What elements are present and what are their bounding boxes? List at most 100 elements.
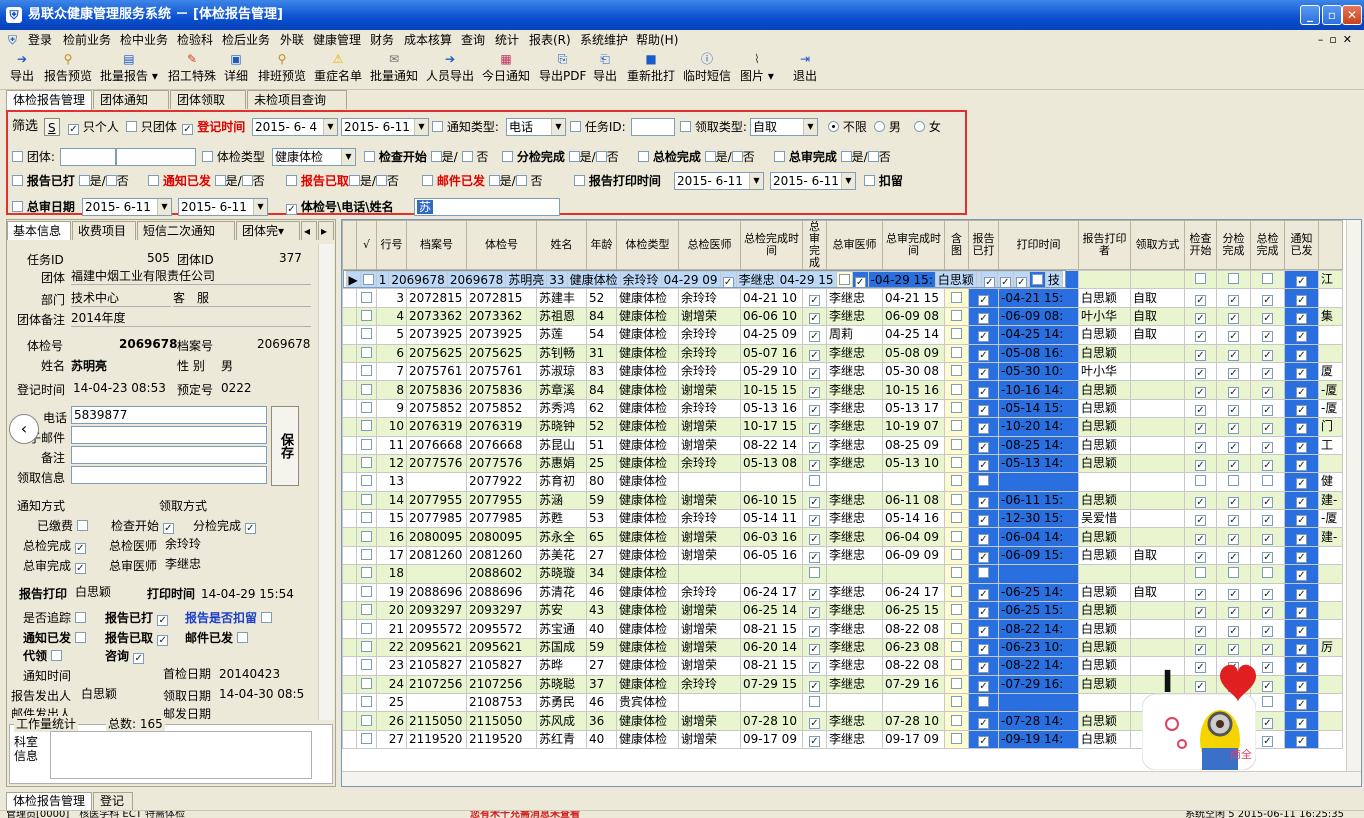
table-cell[interactable] [1318, 656, 1343, 676]
toolbar-schedule-preview-button[interactable]: ⚲ 排班预览 [258, 52, 306, 88]
row-select-checkbox[interactable] [356, 656, 377, 676]
maximize-button[interactable]: ▫ [1322, 5, 1342, 25]
checkbox-cell[interactable] [944, 490, 969, 511]
table-row[interactable]: 9 2075852 2075852 苏秀鸿 62 健康体检 余玲玲 05-13 16 ✓ 李继忠 0… [342, 398, 1343, 419]
table-cell[interactable]: 2075625 [466, 343, 537, 363]
checkbox-cell[interactable]: ✓ [1216, 361, 1251, 382]
table-row[interactable]: 22 2095621 2095621 苏国成 59 健康体检 谢增荣 06-20 14 ✓ 李继忠… [342, 637, 1343, 658]
table-cell[interactable]: 门 [1318, 417, 1343, 437]
table-cell[interactable] [678, 692, 741, 713]
checkbox-cell[interactable]: ✓ [802, 674, 827, 694]
filter-button[interactable]: S [44, 118, 60, 136]
table-row[interactable]: 3 2072815 2072815 苏建丰 52 健康体检 余玲玲 04-21 10 ✓ 李继忠 0… [342, 288, 1343, 308]
table-cell[interactable]: 52 [586, 417, 617, 437]
table-row[interactable]: 21 2095572 2095572 苏宝通 40 健康体检 谢增荣 08-21 15 ✓ 李继忠… [342, 619, 1343, 639]
table-cell[interactable]: 2119520 [406, 729, 467, 750]
sub-done-filter[interactable]: 分检完成 是/否 [502, 148, 619, 166]
table-cell[interactable]: 04-29 15 [776, 271, 837, 287]
checkbox-cell[interactable]: ✓ [1184, 306, 1217, 327]
checkbox-cell[interactable] [944, 453, 969, 474]
checkbox-cell[interactable]: ✓ [1184, 582, 1217, 603]
task-id-input[interactable] [631, 118, 675, 136]
table-cell[interactable]: 2076319 [406, 417, 467, 437]
table-cell[interactable]: 苏红青 [536, 729, 587, 750]
checkbox-cell[interactable]: ✓ [802, 288, 827, 308]
table-cell[interactable]: 2115050 [466, 711, 537, 731]
checkbox-cell[interactable]: ✓ [968, 398, 999, 419]
reg-date-from[interactable]: 2015- 6- 4 ▼ [252, 118, 338, 136]
checkbox-cell[interactable] [1184, 269, 1217, 290]
dept-info-textarea[interactable] [50, 731, 312, 779]
checkbox-cell[interactable] [944, 306, 969, 327]
checkbox-cell[interactable]: ✓ [968, 509, 999, 529]
toolbar-recruit-special-button[interactable]: ✎ 招工特殊 [168, 52, 216, 88]
table-cell[interactable]: 2076668 [406, 435, 467, 455]
tab-fee-items[interactable]: 收费项目 [72, 221, 136, 240]
table-cell[interactable] [1078, 692, 1131, 713]
checkbox-cell[interactable]: ✓ [1184, 619, 1217, 639]
tab-report-management[interactable]: 体检报告管理 [6, 90, 92, 110]
checkbox-cell[interactable]: ✓ [1216, 325, 1251, 345]
table-cell[interactable]: 18 [376, 564, 407, 584]
checkbox-cell[interactable]: ✓ [968, 729, 999, 750]
row-select-checkbox[interactable] [356, 564, 377, 584]
table-cell[interactable]: -05-30 10: [998, 361, 1079, 382]
table-cell[interactable]: 05-13 08 [740, 453, 803, 474]
table-row[interactable]: 20 2093297 2093297 苏安 43 健康体检 谢增荣 06-25 14 ✓ 李继忠 0… [342, 601, 1343, 621]
checkbox-cell[interactable]: ✓ [802, 509, 827, 529]
table-cell[interactable]: 10-15 16 [882, 380, 945, 400]
row-select-checkbox[interactable] [356, 490, 377, 511]
checkbox-cell[interactable]: ✓ [1284, 269, 1319, 290]
table-cell[interactable]: 2075761 [406, 361, 467, 382]
table-cell[interactable] [1318, 325, 1343, 345]
checkbox-cell[interactable]: ✓ [1184, 361, 1217, 382]
table-cell[interactable]: 04-21 10 [740, 288, 803, 308]
table-row[interactable]: 7 2075761 2075761 苏淑琼 83 健康体检 余玲玲 05-29 10 ✓ 李继忠 0… [342, 361, 1343, 382]
checkbox-cell[interactable]: ✓ [968, 582, 999, 603]
exam-type-select[interactable]: 健康体检 ▼ [272, 148, 356, 166]
checkbox-cell[interactable]: ✓ [1284, 380, 1319, 400]
review-date-to[interactable]: 2015- 6-11 ▼ [178, 198, 268, 216]
table-cell[interactable]: 2075625 [406, 343, 467, 363]
table-cell[interactable]: 健康体检 [616, 527, 679, 547]
table-cell[interactable]: 2077576 [406, 453, 467, 474]
checkbox-cell[interactable] [944, 674, 969, 694]
mdi-controls[interactable]: –▫✕ [1318, 30, 1358, 50]
tab-group-pickup[interactable]: 团体领取 [170, 90, 246, 109]
table-cell[interactable]: 25 [586, 453, 617, 474]
checkbox-cell[interactable] [802, 692, 827, 713]
checkbox-cell[interactable] [944, 435, 969, 455]
table-cell[interactable]: 苏莲 [536, 325, 587, 345]
checkbox-cell[interactable]: ✓ [1216, 398, 1251, 419]
table-cell[interactable]: 白思颖 [1078, 619, 1131, 639]
table-cell[interactable] [1318, 601, 1343, 621]
row-select-checkbox[interactable] [359, 271, 377, 287]
row-select-checkbox[interactable] [356, 417, 377, 437]
checkbox-cell[interactable]: ✓ [1284, 601, 1319, 621]
checkbox-cell[interactable] [1028, 271, 1046, 287]
checkbox-cell[interactable]: ✓ [996, 271, 1014, 287]
table-cell[interactable]: 白思颖 [1078, 417, 1131, 437]
row-select-checkbox[interactable] [356, 674, 377, 694]
table-cell[interactable]: 白思颖 [1078, 601, 1131, 621]
column-header[interactable] [1318, 220, 1343, 270]
table-cell[interactable]: 46 [586, 582, 617, 603]
menu-finance[interactable]: 财务 [370, 30, 394, 50]
table-cell[interactable]: 余玲玲 [678, 398, 741, 419]
checkbox-cell[interactable]: ✓ [1216, 288, 1251, 308]
table-cell[interactable]: 李继忠 [826, 601, 883, 621]
table-cell[interactable]: -10-20 14: [998, 417, 1079, 437]
table-cell[interactable]: 06-06 10 [740, 306, 803, 327]
table-cell[interactable]: 李继忠 [826, 453, 883, 474]
column-header[interactable]: 检查开始 [1184, 220, 1217, 270]
table-cell[interactable]: 健康体检 [616, 306, 679, 327]
checkbox-cell[interactable]: ✓ [1216, 453, 1251, 474]
checkbox-cell[interactable]: ✓ [1250, 582, 1285, 603]
table-cell[interactable]: 2095572 [466, 619, 537, 639]
reg-date-to[interactable]: 2015- 6-11 ▼ [341, 118, 429, 136]
table-cell[interactable]: -05-08 16: [998, 343, 1079, 363]
table-cell[interactable]: 苏淑琼 [536, 361, 587, 382]
grid-horizontal-scrollbar[interactable] [342, 771, 1361, 786]
table-cell[interactable] [406, 692, 467, 713]
checkbox-cell[interactable]: ✓ [968, 490, 999, 511]
